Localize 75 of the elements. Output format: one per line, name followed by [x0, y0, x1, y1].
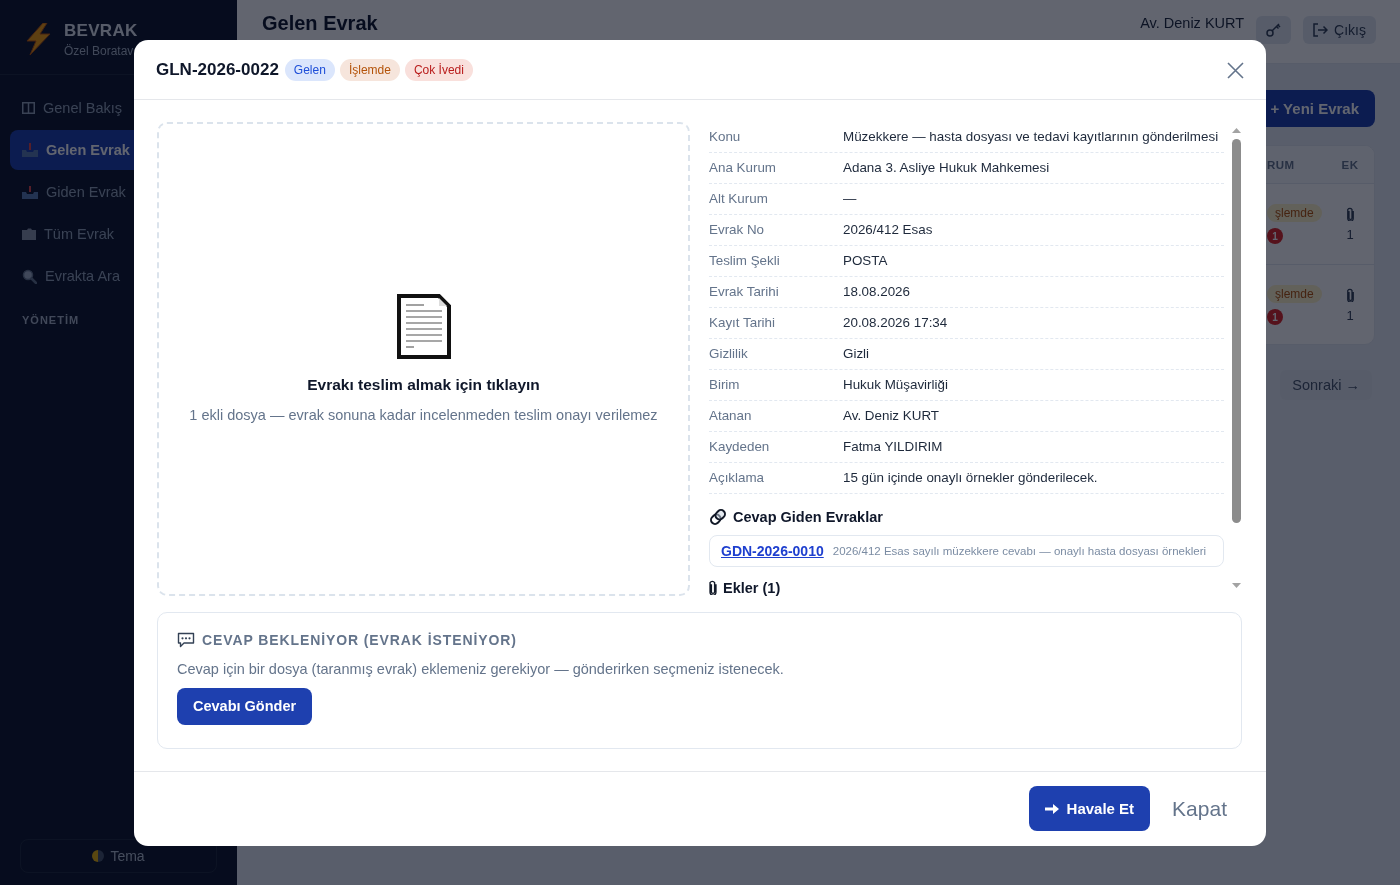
section-title: Ekler (1): [723, 579, 781, 596]
detail-value: 20.08.2026 17:34: [843, 315, 949, 330]
detail-value: Av. Deniz KURT: [843, 408, 940, 423]
chat-icon: [177, 631, 195, 648]
dropzone-hint: 1 ekli dosya — evrak sonuna kadar incelenmeden teslim onayı verilemez: [189, 407, 658, 423]
detail-value: 18.08.2026: [843, 284, 912, 299]
outbox-tray-icon: [22, 185, 38, 199]
count-badge: 1: [1267, 228, 1283, 244]
detail-value: 15 gün içinde onaylı örnekler gönderilecek.: [843, 470, 1099, 485]
detail-label: Kayıt Tarihi: [709, 315, 776, 330]
forward-button[interactable]: Havale Et: [1028, 786, 1151, 831]
response-title: CEVAP BEKLENİYOR (EVRAK İSTENİYOR): [202, 631, 517, 648]
document-link[interactable]: GDN-2026-0010: [721, 542, 824, 559]
detail-value: Hukuk Müşavirliği: [843, 377, 949, 392]
close-dialog-button[interactable]: Kapat: [1172, 796, 1227, 821]
detail-label: Atanan: [709, 408, 753, 423]
logout-icon: [1313, 22, 1329, 37]
detail-label: Gizlilik: [709, 346, 749, 361]
detail-label: Birim: [709, 377, 741, 392]
reply-description: 2026/412 Esas sayılı müzekkere cevabı — onaylı hasta dosyası örnekleri: [832, 544, 1207, 557]
key-button[interactable]: [1256, 15, 1292, 44]
attachment-count: 1: [1346, 226, 1354, 242]
status-badge: şlemde: [1267, 285, 1322, 303]
tag: Gelen: [284, 59, 335, 81]
detail-value: Adana 3. Asliye Hukuk Mahkemesi: [843, 160, 1051, 175]
half-circle-icon: [92, 850, 105, 862]
detail-label: Teslim Şekli: [709, 253, 781, 268]
detail-value: Fatma YILDIRIM: [843, 439, 944, 454]
detail-label: Alt Kurum: [709, 191, 769, 206]
brand-name: BEVRAK: [64, 20, 138, 41]
column-header: RUM: [1267, 158, 1295, 171]
column-header: EK: [1341, 158, 1359, 171]
scrollbar-thumb[interactable]: [1231, 138, 1241, 523]
status-badge: şlemde: [1267, 204, 1322, 222]
document-icon: [396, 294, 451, 359]
detail-label: Açıklama: [709, 470, 766, 485]
brand-subtitle: Özel Boratav: [64, 43, 135, 58]
detail-value: Müzekkere — hasta dosyası ve tedavi kayıtlarının gönderilmesi: [843, 129, 1220, 144]
section-label: YÖNETİM: [22, 314, 80, 326]
detail-label: Evrak Tarihi: [709, 284, 780, 299]
tag: İşlemde: [339, 59, 400, 81]
detail-label: Evrak No: [709, 222, 766, 237]
detail-value: —: [843, 191, 858, 206]
inbox-tray-icon: [22, 143, 38, 157]
folder-icon: [22, 228, 36, 240]
dropzone-title: Evrakı teslim almak için tıklayın: [307, 376, 540, 394]
dialog-title: GLN-2026-0022: [156, 60, 279, 80]
paperclip-icon: [1346, 206, 1354, 221]
close-icon: [1226, 61, 1244, 79]
send-reply-button[interactable]: Cevabı Gönder: [177, 687, 313, 725]
user-name: Av. Deniz KURT: [1140, 14, 1245, 31]
detail-value: POSTA: [843, 253, 889, 268]
search-icon: [22, 268, 37, 284]
detail-label: Kaydeden: [709, 439, 771, 454]
link-icon: [709, 507, 727, 526]
detail-label: Ana Kurum: [709, 160, 777, 175]
lightning-bolt-icon: [24, 23, 52, 55]
receive-dropzone[interactable]: Evrakı teslim almak için tıklayın 1 ekli dosya — evrak sonuna kadar incelenmeden teslim onayı verilemez: [157, 121, 690, 596]
tag: Çok İvedi: [404, 59, 473, 81]
paperclip-icon: [709, 580, 717, 595]
page-title: Gelen Evrak: [262, 12, 378, 35]
count-badge: 1: [1267, 309, 1283, 325]
paperclip-icon: [1346, 287, 1354, 302]
detail-label: Konu: [709, 129, 742, 144]
section-title: Cevap Giden Evraklar: [733, 508, 883, 525]
key-icon: [1266, 22, 1282, 37]
attachment-count: 1: [1346, 307, 1354, 323]
scroll-up-icon: [1231, 127, 1241, 133]
scroll-down-icon: [1231, 582, 1241, 588]
response-text: Cevap için bir dosya (taranmış evrak) eklemeniz gerekiyor — gönderirken seçmeniz istenecek.: [177, 660, 784, 677]
detail-value: Gizli: [843, 346, 871, 361]
arrow-right-icon: [1044, 803, 1059, 814]
detail-value: 2026/412 Esas: [843, 222, 934, 237]
columns-icon: [22, 102, 35, 114]
logout-button[interactable]: Çıkış: [1303, 15, 1376, 44]
